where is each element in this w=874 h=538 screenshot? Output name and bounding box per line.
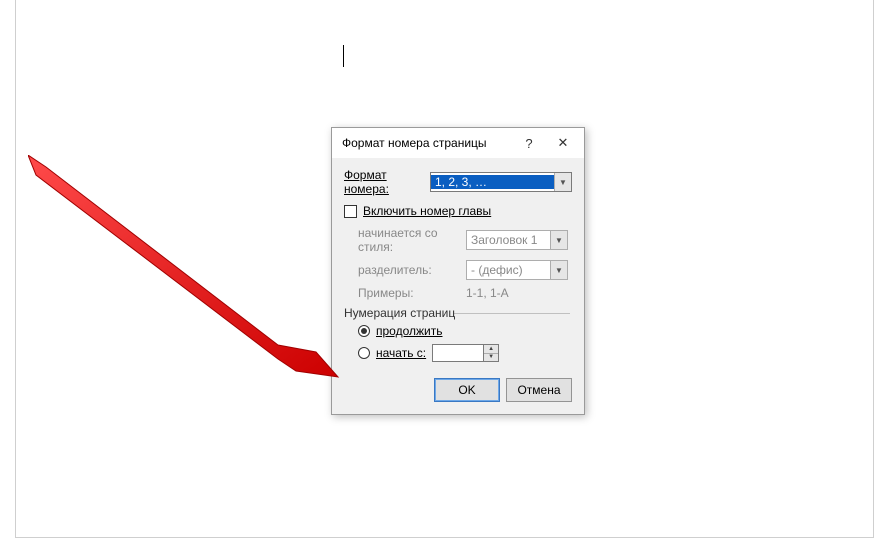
examples-label: Примеры:	[358, 286, 466, 300]
chevron-down-icon: ▼	[550, 231, 567, 249]
close-button[interactable]: ✕	[546, 130, 580, 156]
include-chapter-label: Включить номер главы	[363, 204, 491, 218]
spinner-down-icon[interactable]: ▼	[484, 354, 498, 362]
start-at-label: начать с:	[376, 346, 426, 360]
start-at-input[interactable]	[432, 344, 483, 362]
dialog-body: Формат номера: 1, 2, 3, … ▼ Включить ном…	[332, 158, 584, 414]
page-number-format-dialog: Формат номера страницы ? ✕ Формат номера…	[331, 127, 585, 415]
chapter-subgroup: начинается со стиля: Заголовок 1 ▼ разде…	[344, 226, 572, 300]
separator-value: - (дефис)	[467, 263, 550, 277]
spinner-up-icon[interactable]: ▲	[484, 345, 498, 354]
format-row: Формат номера: 1, 2, 3, … ▼	[344, 168, 572, 196]
dialog-buttons: OK Отмена	[344, 378, 572, 402]
format-label: Формат номера:	[344, 168, 430, 196]
number-format-combo[interactable]: 1, 2, 3, … ▼	[430, 172, 572, 192]
include-chapter-checkbox[interactable]	[344, 205, 357, 218]
include-chapter-row: Включить номер главы	[344, 204, 572, 218]
separator-combo: - (дефис) ▼	[466, 260, 568, 280]
chevron-down-icon: ▼	[550, 261, 567, 279]
separator-label: разделитель:	[358, 263, 466, 277]
ok-button[interactable]: OK	[434, 378, 500, 402]
chevron-down-icon[interactable]: ▼	[554, 173, 571, 191]
dialog-title: Формат номера страницы	[342, 136, 512, 150]
chapter-style-label: начинается со стиля:	[358, 226, 466, 254]
continue-radio[interactable]	[358, 325, 370, 337]
cancel-button[interactable]: Отмена	[506, 378, 572, 402]
chapter-style-value: Заголовок 1	[467, 233, 550, 247]
numbering-groupbox: Нумерация страниц продолжить начать с: ▲…	[344, 306, 572, 364]
number-format-value: 1, 2, 3, …	[431, 175, 554, 189]
help-button[interactable]: ?	[512, 130, 546, 156]
start-at-spinner[interactable]: ▲ ▼	[432, 344, 499, 362]
continue-radio-row[interactable]: продолжить	[358, 320, 572, 342]
chapter-style-combo: Заголовок 1 ▼	[466, 230, 568, 250]
start-at-radio[interactable]	[358, 347, 370, 359]
continue-label: продолжить	[376, 324, 442, 338]
dialog-titlebar[interactable]: Формат номера страницы ? ✕	[332, 128, 584, 158]
numbering-legend: Нумерация страниц	[344, 306, 572, 320]
text-cursor	[343, 45, 344, 67]
start-at-radio-row[interactable]: начать с: ▲ ▼	[358, 342, 572, 364]
examples-value: 1-1, 1-A	[466, 286, 509, 300]
